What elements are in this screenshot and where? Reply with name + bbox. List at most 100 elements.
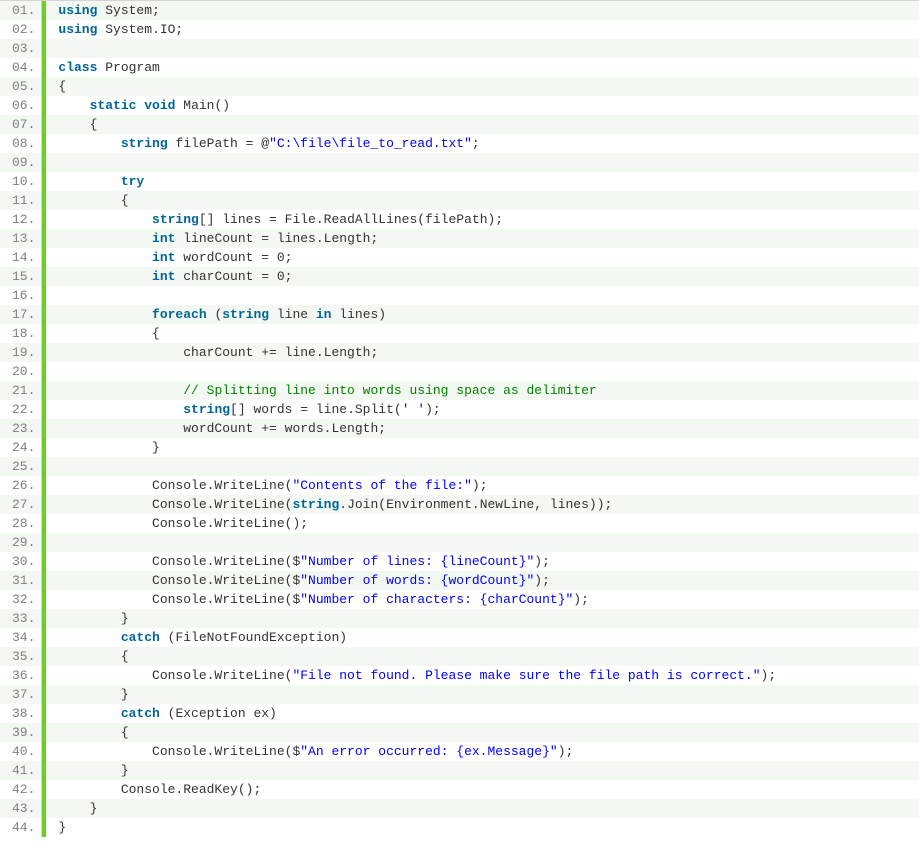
code-line[interactable]: } [46, 818, 919, 837]
line-number[interactable]: 44. [0, 818, 41, 837]
code-line[interactable]: } [46, 761, 919, 780]
token-kw: string [292, 497, 339, 512]
token-plain [58, 383, 183, 398]
code-line[interactable]: wordCount += words.Length; [46, 419, 919, 438]
line-number[interactable]: 13. [0, 229, 41, 248]
code-line[interactable]: Console.ReadKey(); [46, 780, 919, 799]
code-line[interactable] [46, 457, 919, 476]
line-number[interactable]: 16. [0, 286, 41, 305]
line-number[interactable]: 39. [0, 723, 41, 742]
code-line[interactable]: Console.WriteLine($"Number of words: {wo… [46, 571, 919, 590]
line-number[interactable]: 41. [0, 761, 41, 780]
line-number[interactable]: 15. [0, 267, 41, 286]
line-number[interactable]: 19. [0, 343, 41, 362]
line-number[interactable]: 14. [0, 248, 41, 267]
line-number[interactable]: 31. [0, 571, 41, 590]
line-number[interactable]: 17. [0, 305, 41, 324]
code-area[interactable]: using System;using System.IO; class Prog… [46, 1, 919, 837]
line-number[interactable]: 26. [0, 476, 41, 495]
line-number[interactable]: 25. [0, 457, 41, 476]
line-number[interactable]: 12. [0, 210, 41, 229]
token-plain: ); [558, 744, 574, 759]
code-line[interactable]: { [46, 324, 919, 343]
code-line[interactable] [46, 362, 919, 381]
code-line[interactable]: } [46, 609, 919, 628]
token-plain: System; [97, 3, 159, 18]
line-number[interactable]: 43. [0, 799, 41, 818]
token-plain: Console.ReadKey(); [58, 782, 261, 797]
line-number[interactable]: 32. [0, 590, 41, 609]
code-line[interactable]: Console.WriteLine("File not found. Pleas… [46, 666, 919, 685]
code-line[interactable]: // Splitting line into words using space… [46, 381, 919, 400]
line-number[interactable]: 37. [0, 685, 41, 704]
code-line[interactable]: { [46, 723, 919, 742]
token-plain: { [58, 79, 66, 94]
line-number[interactable]: 24. [0, 438, 41, 457]
code-line[interactable]: string[] words = line.Split(' '); [46, 400, 919, 419]
code-line[interactable]: string filePath = @"C:\file\file_to_read… [46, 134, 919, 153]
line-number[interactable]: 09. [0, 153, 41, 172]
code-line[interactable]: string[] lines = File.ReadAllLines(fileP… [46, 210, 919, 229]
line-number[interactable]: 42. [0, 780, 41, 799]
code-editor: 01.02.03.04.05.06.07.08.09.10.11.12.13.1… [0, 0, 919, 837]
line-number[interactable]: 11. [0, 191, 41, 210]
line-number[interactable]: 28. [0, 514, 41, 533]
token-plain: { [58, 117, 97, 132]
line-number[interactable]: 07. [0, 115, 41, 134]
code-line[interactable]: } [46, 685, 919, 704]
code-line[interactable]: } [46, 438, 919, 457]
line-number[interactable]: 33. [0, 609, 41, 628]
line-number[interactable]: 18. [0, 324, 41, 343]
line-number[interactable]: 06. [0, 96, 41, 115]
code-line[interactable] [46, 286, 919, 305]
code-line[interactable] [46, 39, 919, 58]
code-line[interactable]: catch (Exception ex) [46, 704, 919, 723]
code-line[interactable]: static void Main() [46, 96, 919, 115]
line-number[interactable]: 04. [0, 58, 41, 77]
line-number[interactable]: 03. [0, 39, 41, 58]
code-line[interactable]: class Program [46, 58, 919, 77]
line-number[interactable]: 29. [0, 533, 41, 552]
token-plain: ( [207, 307, 223, 322]
code-line[interactable]: Console.WriteLine($"Number of characters… [46, 590, 919, 609]
line-number[interactable]: 36. [0, 666, 41, 685]
line-number[interactable]: 10. [0, 172, 41, 191]
line-number[interactable]: 08. [0, 134, 41, 153]
line-number[interactable]: 22. [0, 400, 41, 419]
token-str: "Number of words: {wordCount}" [300, 573, 534, 588]
code-line[interactable]: using System.IO; [46, 20, 919, 39]
line-number[interactable]: 38. [0, 704, 41, 723]
code-line[interactable] [46, 533, 919, 552]
code-line[interactable]: catch (FileNotFoundException) [46, 628, 919, 647]
code-line[interactable]: { [46, 647, 919, 666]
code-line[interactable]: int charCount = 0; [46, 267, 919, 286]
line-number[interactable]: 30. [0, 552, 41, 571]
line-number[interactable]: 40. [0, 742, 41, 761]
code-line[interactable]: } [46, 799, 919, 818]
code-line[interactable]: Console.WriteLine(); [46, 514, 919, 533]
code-line[interactable]: int wordCount = 0; [46, 248, 919, 267]
line-number[interactable]: 05. [0, 77, 41, 96]
code-line[interactable]: Console.WriteLine($"Number of lines: {li… [46, 552, 919, 571]
code-line[interactable]: Console.WriteLine($"An error occurred: {… [46, 742, 919, 761]
code-line[interactable]: { [46, 115, 919, 134]
code-line[interactable]: charCount += line.Length; [46, 343, 919, 362]
code-line[interactable]: { [46, 77, 919, 96]
line-number[interactable]: 02. [0, 20, 41, 39]
line-number[interactable]: 34. [0, 628, 41, 647]
code-line[interactable]: { [46, 191, 919, 210]
code-line[interactable]: Console.WriteLine(string.Join(Environmen… [46, 495, 919, 514]
line-number[interactable]: 01. [0, 1, 41, 20]
line-number[interactable]: 20. [0, 362, 41, 381]
line-number[interactable]: 27. [0, 495, 41, 514]
token-plain: { [58, 193, 128, 208]
line-number[interactable]: 21. [0, 381, 41, 400]
code-line[interactable]: int lineCount = lines.Length; [46, 229, 919, 248]
code-line[interactable]: foreach (string line in lines) [46, 305, 919, 324]
line-number[interactable]: 35. [0, 647, 41, 666]
code-line[interactable]: using System; [46, 1, 919, 20]
code-line[interactable]: Console.WriteLine("Contents of the file:… [46, 476, 919, 495]
code-line[interactable] [46, 153, 919, 172]
code-line[interactable]: try [46, 172, 919, 191]
line-number[interactable]: 23. [0, 419, 41, 438]
